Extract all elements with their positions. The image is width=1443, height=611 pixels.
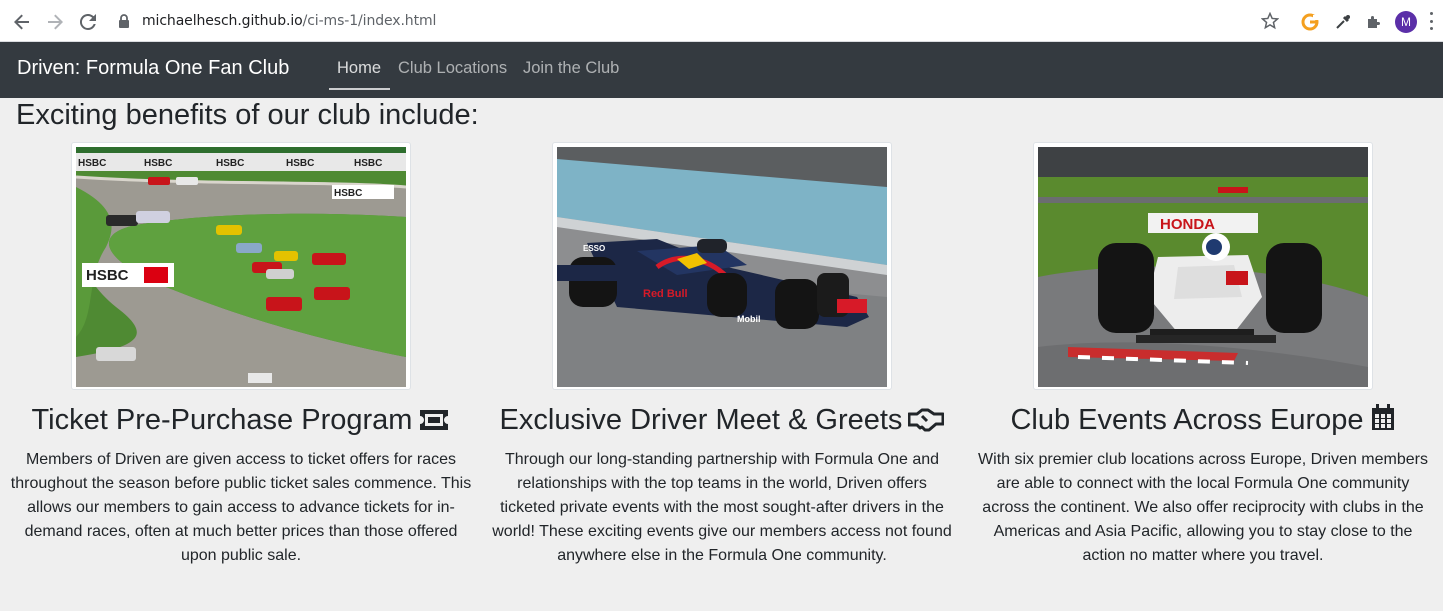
- svg-text:Mobil: Mobil: [737, 314, 761, 324]
- honda-car-image: HONDA: [1038, 147, 1368, 387]
- extensions-puzzle-icon[interactable]: [1364, 12, 1384, 32]
- site-navbar: Driven: Formula One Fan Club Home Club L…: [0, 42, 1443, 98]
- card-title-meet-greets-text: Exclusive Driver Meet & Greets: [499, 404, 903, 436]
- navbar-brand[interactable]: Driven: Formula One Fan Club: [17, 57, 289, 80]
- card-title-events-text: Club Events Across Europe: [1010, 404, 1364, 436]
- forward-button[interactable]: [43, 10, 67, 34]
- svg-text:ESSO: ESSO: [583, 244, 605, 253]
- bookmark-star-icon[interactable]: [1261, 12, 1279, 30]
- nav-link-home[interactable]: Home: [337, 59, 381, 78]
- lock-icon[interactable]: [118, 14, 130, 28]
- card-title-tickets-text: Ticket Pre-Purchase Program: [31, 404, 413, 436]
- calendar-icon: [1370, 404, 1396, 440]
- reload-button[interactable]: [76, 10, 100, 34]
- ticket-icon: [418, 407, 450, 440]
- reload-icon: [80, 14, 96, 30]
- svg-text:HSBC: HSBC: [144, 158, 172, 169]
- extension-g-icon[interactable]: [1300, 12, 1320, 32]
- honda-f1-car-photo: HONDA: [1033, 142, 1373, 390]
- red-bull-f1-car-photo: Red Bull ESSO Mobil: [552, 142, 892, 390]
- svg-text:HSBC: HSBC: [286, 158, 314, 169]
- browser-toolbar: michaelhesch.github.io/ci-ms-1/index.htm…: [0, 0, 1443, 42]
- svg-text:Red Bull: Red Bull: [643, 288, 688, 300]
- nav-link-club-locations[interactable]: Club Locations: [398, 59, 507, 78]
- svg-text:HONDA: HONDA: [1160, 216, 1215, 233]
- card-text-meet-greets: Through our long-standing partnership wi…: [492, 451, 952, 564]
- card-title-events: Club Events Across Europe: [972, 404, 1434, 440]
- url-path: /ci-ms-1/index.html: [302, 13, 437, 29]
- eyedropper-icon[interactable]: [1333, 12, 1353, 32]
- svg-text:HSBC: HSBC: [354, 158, 382, 169]
- profile-avatar[interactable]: M: [1395, 11, 1417, 33]
- card-text-tickets: Members of Driven are given access to ti…: [10, 451, 472, 564]
- race-track-image: HSBC HSBC HSBC HSBC HSBC HSBC HSBC: [76, 147, 406, 387]
- url-host: michaelhesch.github.io: [142, 13, 303, 29]
- address-bar[interactable]: michaelhesch.github.io/ci-ms-1/index.htm…: [142, 13, 436, 29]
- card-title-meet-greets: Exclusive Driver Meet & Greets: [491, 404, 953, 440]
- handshake-icon: [907, 407, 945, 440]
- back-button[interactable]: [10, 10, 34, 34]
- nav-active-underline: [329, 88, 390, 90]
- red-bull-car-image: Red Bull ESSO Mobil: [557, 147, 887, 387]
- svg-text:HSBC: HSBC: [78, 158, 106, 169]
- forward-arrow-icon: [48, 14, 63, 30]
- svg-text:HSBC: HSBC: [86, 267, 129, 284]
- nav-link-join-the-club[interactable]: Join the Club: [523, 59, 619, 78]
- card-text-events: With six premier club locations across E…: [978, 451, 1428, 564]
- card-title-tickets: Ticket Pre-Purchase Program: [10, 404, 472, 440]
- benefits-heading: Exciting benefits of our club include:: [16, 99, 479, 131]
- race-cars-on-track-photo: HSBC HSBC HSBC HSBC HSBC HSBC HSBC: [71, 142, 411, 390]
- svg-text:HSBC: HSBC: [334, 188, 362, 199]
- svg-text:HSBC: HSBC: [216, 158, 244, 169]
- menu-kebab-icon[interactable]: [1430, 12, 1434, 30]
- back-arrow-icon: [14, 14, 29, 30]
